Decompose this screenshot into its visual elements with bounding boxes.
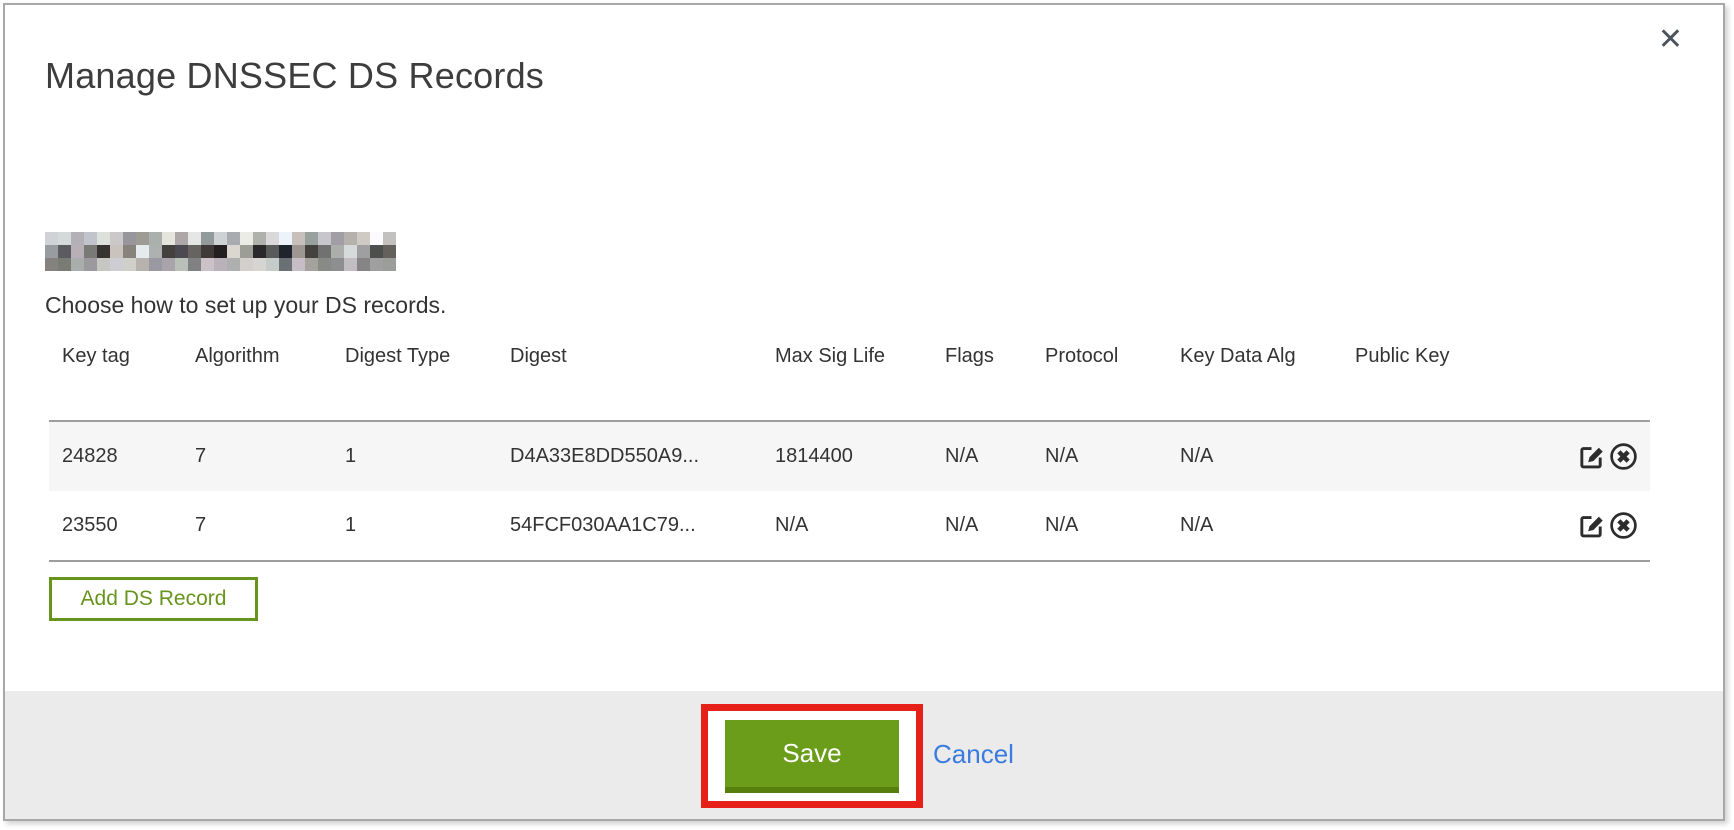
cell-digest-type: 1	[345, 514, 510, 537]
cell-key-tag: 24828	[62, 445, 195, 468]
cell-flags: N/A	[945, 514, 1045, 537]
column-header-public-key: Public Key	[1355, 345, 1565, 368]
close-icon[interactable]: ✕	[1658, 25, 1683, 55]
cell-digest: D4A33E8DD550A9...	[510, 445, 775, 468]
column-header-digest-type: Digest Type	[345, 345, 510, 368]
add-ds-record-button[interactable]: Add DS Record	[49, 577, 258, 621]
save-button[interactable]: Save	[725, 720, 899, 793]
dialog-title: Manage DNSSEC DS Records	[45, 55, 544, 97]
dialog-footer: Save Cancel	[5, 691, 1723, 819]
cell-key-tag: 23550	[62, 514, 195, 537]
column-header-digest: Digest	[510, 345, 775, 368]
delete-icon[interactable]	[1609, 442, 1638, 471]
cell-protocol: N/A	[1045, 514, 1180, 537]
column-header-protocol: Protocol	[1045, 345, 1180, 368]
table-body: 2482871D4A33E8DD550A9...1814400N/AN/AN/A…	[49, 422, 1650, 562]
delete-icon[interactable]	[1609, 511, 1638, 540]
column-header-key-tag: Key tag	[62, 345, 195, 368]
column-header-max-sig-life: Max Sig Life	[775, 345, 945, 368]
redacted-domain-name	[45, 232, 396, 271]
cell-algorithm: 7	[195, 445, 345, 468]
cancel-link[interactable]: Cancel	[933, 739, 1014, 770]
edit-icon[interactable]	[1577, 511, 1606, 540]
ds-record-row: 235507154FCF030AA1C79...N/AN/AN/AN/A	[49, 491, 1650, 560]
cell-digest-type: 1	[345, 445, 510, 468]
cell-max-sig-life: 1814400	[775, 445, 945, 468]
row-actions	[1577, 442, 1650, 471]
save-button-red-highlight: Save	[701, 704, 923, 808]
table-header-row: Key tagAlgorithmDigest TypeDigestMax Sig…	[49, 337, 1650, 422]
cell-flags: N/A	[945, 445, 1045, 468]
cell-max-sig-life: N/A	[775, 514, 945, 537]
ds-records-table: Key tagAlgorithmDigest TypeDigestMax Sig…	[49, 337, 1650, 562]
ds-record-row: 2482871D4A33E8DD550A9...1814400N/AN/AN/A	[49, 422, 1650, 491]
dialog-subtitle: Choose how to set up your DS records.	[45, 292, 446, 319]
edit-icon[interactable]	[1577, 442, 1606, 471]
cell-protocol: N/A	[1045, 445, 1180, 468]
column-header-key-data-alg: Key Data Alg	[1180, 345, 1355, 368]
column-header-flags: Flags	[945, 345, 1045, 368]
row-actions	[1577, 511, 1650, 540]
column-header-algorithm: Algorithm	[195, 345, 345, 368]
cell-key-data-alg: N/A	[1180, 514, 1355, 537]
cell-key-data-alg: N/A	[1180, 445, 1355, 468]
manage-dnssec-dialog: Manage DNSSEC DS Records ✕ Choose how to…	[3, 3, 1725, 821]
cell-algorithm: 7	[195, 514, 345, 537]
cell-digest: 54FCF030AA1C79...	[510, 514, 775, 537]
